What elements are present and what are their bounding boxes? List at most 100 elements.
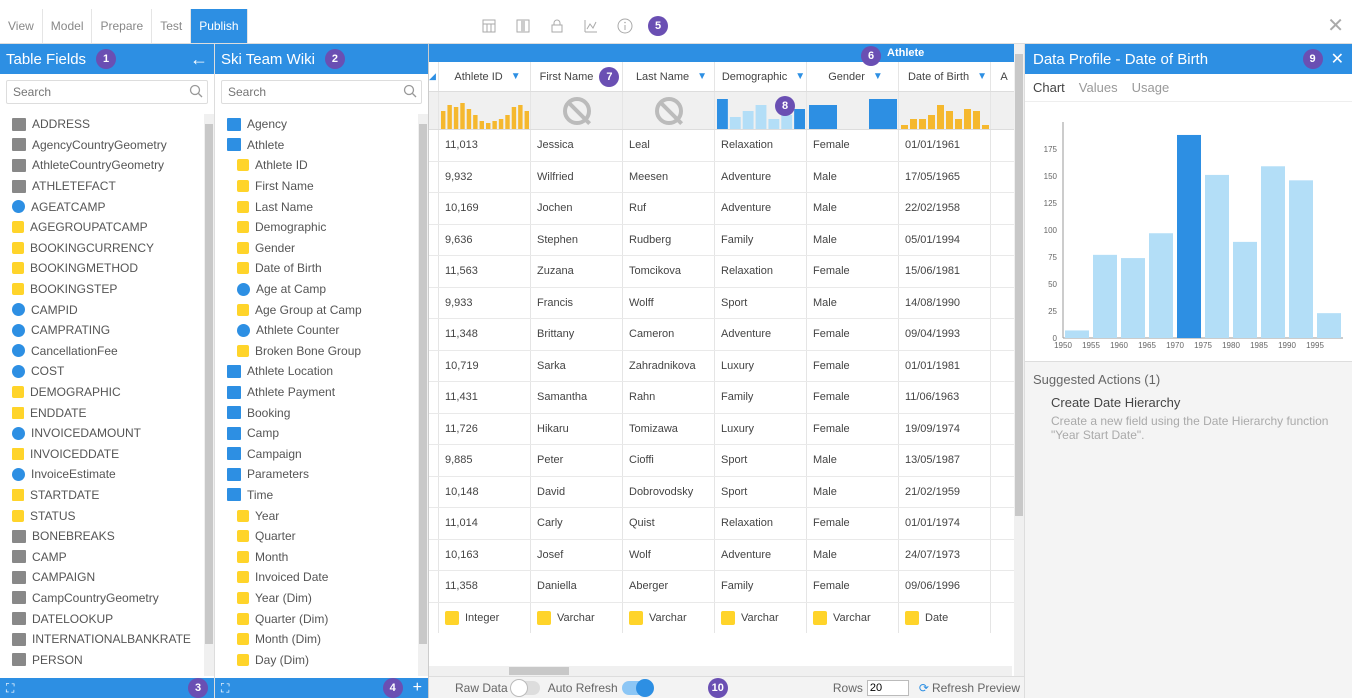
column-header[interactable]: Date of Birth ▼ bbox=[899, 62, 991, 91]
list-item[interactable]: Invoiced Date bbox=[215, 567, 428, 588]
table-row[interactable]: 11,014 Carly Quist Relaxation Female 01/01/19… bbox=[429, 508, 1024, 540]
list-item[interactable]: INVOICEDAMOUNT bbox=[0, 423, 214, 444]
auto-refresh-toggle[interactable] bbox=[621, 678, 654, 697]
search-icon[interactable] bbox=[403, 84, 417, 101]
search-input[interactable] bbox=[222, 81, 421, 103]
chart-bar[interactable] bbox=[1149, 233, 1173, 338]
list-item[interactable]: DATELOOKUP bbox=[0, 608, 214, 629]
list-item[interactable]: Booking bbox=[215, 402, 428, 423]
list-item[interactable]: Athlete Counter bbox=[215, 320, 428, 341]
column-header[interactable]: Athlete ID ▼ bbox=[439, 62, 531, 91]
list-item[interactable]: Month bbox=[215, 546, 428, 567]
chart-bar[interactable] bbox=[1233, 241, 1257, 338]
list-item[interactable]: Last Name bbox=[215, 196, 428, 217]
list-item[interactable]: InvoiceEstimate bbox=[0, 464, 214, 485]
column-header[interactable]: Demographic ▼ bbox=[715, 62, 807, 91]
list-item[interactable]: PERSON bbox=[0, 649, 214, 670]
list-item[interactable]: Age at Camp bbox=[215, 279, 428, 300]
list-item[interactable]: First Name bbox=[215, 176, 428, 197]
list-item[interactable]: Athlete Payment bbox=[215, 382, 428, 403]
chevron-down-icon[interactable]: ▼ bbox=[511, 71, 521, 82]
chart-bar[interactable] bbox=[1065, 330, 1089, 338]
list-item[interactable]: INTERNATIONALBANKRATE bbox=[0, 629, 214, 650]
list-item[interactable]: CAMPRATING bbox=[0, 320, 214, 341]
chart-bar[interactable] bbox=[1261, 166, 1285, 338]
list-item[interactable]: COST bbox=[0, 361, 214, 382]
table-row[interactable]: 11,726 Hikaru Tomizawa Luxury Female 19/09/19… bbox=[429, 413, 1024, 445]
search-icon[interactable] bbox=[189, 84, 203, 101]
lock-icon[interactable] bbox=[540, 9, 574, 43]
table-row[interactable]: 10,163 Josef Wolf Adventure Male 24/07/1973 bbox=[429, 539, 1024, 571]
list-item[interactable]: Demographic bbox=[215, 217, 428, 238]
table-row[interactable]: 10,169 Jochen Ruf Adventure Male 22/02/1958 bbox=[429, 193, 1024, 225]
rows-input[interactable] bbox=[866, 679, 909, 696]
list-item[interactable]: Agency bbox=[215, 114, 428, 135]
table-view-icon[interactable] bbox=[472, 9, 506, 43]
table-row[interactable]: 10,148 David Dobrovodsky Sport Male 21/02/195… bbox=[429, 476, 1024, 508]
column-profile[interactable] bbox=[439, 92, 531, 129]
column-profile[interactable] bbox=[623, 92, 715, 129]
list-item[interactable]: Year bbox=[215, 505, 428, 526]
chart-bar[interactable] bbox=[1121, 258, 1145, 338]
table-row[interactable]: 11,431 Samantha Rahn Family Female 11/06/1963 bbox=[429, 382, 1024, 414]
column-type[interactable]: Varchar bbox=[531, 602, 623, 633]
column-type[interactable]: Date bbox=[899, 602, 991, 633]
list-item[interactable]: INVOICEDDATE bbox=[0, 444, 214, 465]
table-row[interactable]: 11,358 Daniella Aberger Family Female 09/06/1… bbox=[429, 571, 1024, 603]
list-item[interactable]: BOOKINGMETHOD bbox=[0, 258, 214, 279]
chart-bar[interactable] bbox=[1093, 254, 1117, 338]
back-arrow-icon[interactable]: ← bbox=[190, 49, 208, 70]
list-item[interactable]: Athlete bbox=[215, 135, 428, 156]
tab-values[interactable]: Values bbox=[1079, 80, 1118, 95]
raw-data-toggle[interactable] bbox=[509, 678, 540, 697]
search-input[interactable] bbox=[7, 81, 207, 103]
list-item[interactable]: Time bbox=[215, 485, 428, 506]
table-fields-scrollbar[interactable] bbox=[204, 114, 214, 676]
list-item[interactable]: BONEBREAKS bbox=[0, 526, 214, 547]
chart-icon[interactable] bbox=[574, 9, 608, 43]
list-item[interactable]: Quarter (Dim) bbox=[215, 608, 428, 629]
column-view-icon[interactable] bbox=[506, 9, 540, 43]
wiki-scrollbar[interactable] bbox=[418, 114, 428, 676]
column-type[interactable]: Varchar bbox=[623, 602, 715, 633]
refresh-preview-button[interactable]: Refresh Preview bbox=[932, 681, 1020, 695]
table-row[interactable]: 10,719 Sarka Zahradnikova Luxury Female 01/01… bbox=[429, 350, 1024, 382]
hierarchy-icon[interactable]: ⛶ bbox=[6, 681, 14, 696]
column-header[interactable]: First Name 7 bbox=[531, 62, 623, 91]
column-profile[interactable] bbox=[991, 92, 1011, 129]
list-item[interactable]: Age Group at Camp bbox=[215, 299, 428, 320]
column-type[interactable]: Varchar bbox=[715, 602, 807, 633]
hierarchy-icon[interactable]: ⛶ bbox=[221, 681, 229, 696]
list-item[interactable]: Day (Dim) bbox=[215, 649, 428, 670]
column-profile[interactable] bbox=[807, 92, 899, 129]
list-item[interactable]: Athlete Location bbox=[215, 361, 428, 382]
list-item[interactable]: Year (Dim) bbox=[215, 588, 428, 609]
list-item[interactable]: ATHLETEFACT bbox=[0, 176, 214, 197]
close-icon[interactable]: ✕ bbox=[1327, 16, 1344, 36]
list-item[interactable]: CAMP bbox=[0, 546, 214, 567]
list-item[interactable]: STATUS bbox=[0, 505, 214, 526]
list-item[interactable]: Gender bbox=[215, 238, 428, 259]
tab-chart[interactable]: Chart bbox=[1033, 80, 1065, 95]
close-icon[interactable]: ✕ bbox=[1331, 49, 1344, 69]
table-row[interactable]: 11,013 Jessica Leal Relaxation Female 01/01/1… bbox=[429, 130, 1024, 162]
column-header[interactable]: Last Name ▼ bbox=[623, 62, 715, 91]
chevron-down-icon[interactable]: ▼ bbox=[873, 71, 883, 82]
list-item[interactable]: AthleteCountryGeometry bbox=[0, 155, 214, 176]
table-row[interactable]: 9,933 Francis Wolff Sport Male 14/08/1990 bbox=[429, 287, 1024, 319]
list-item[interactable]: DEMOGRAPHIC bbox=[0, 382, 214, 403]
column-profile[interactable]: 8 bbox=[715, 92, 807, 129]
list-item[interactable]: ADDRESS bbox=[0, 114, 214, 135]
list-item[interactable]: CAMPID bbox=[0, 299, 214, 320]
refresh-icon[interactable]: ⟳ bbox=[919, 681, 929, 695]
chevron-down-icon[interactable]: ▼ bbox=[977, 71, 987, 82]
list-item[interactable]: CancellationFee bbox=[0, 341, 214, 362]
chevron-down-icon[interactable]: ▼ bbox=[795, 71, 805, 82]
list-item[interactable]: Date of Birth bbox=[215, 258, 428, 279]
list-item[interactable]: AgencyCountryGeometry bbox=[0, 135, 214, 156]
list-item[interactable]: Month (Dim) bbox=[215, 629, 428, 650]
list-item[interactable]: Campaign bbox=[215, 444, 428, 465]
chevron-down-icon[interactable]: ▼ bbox=[697, 71, 707, 82]
table-row[interactable]: 9,932 Wilfried Meesen Adventure Male 17/05/19… bbox=[429, 161, 1024, 193]
column-type[interactable]: Varchar bbox=[807, 602, 899, 633]
